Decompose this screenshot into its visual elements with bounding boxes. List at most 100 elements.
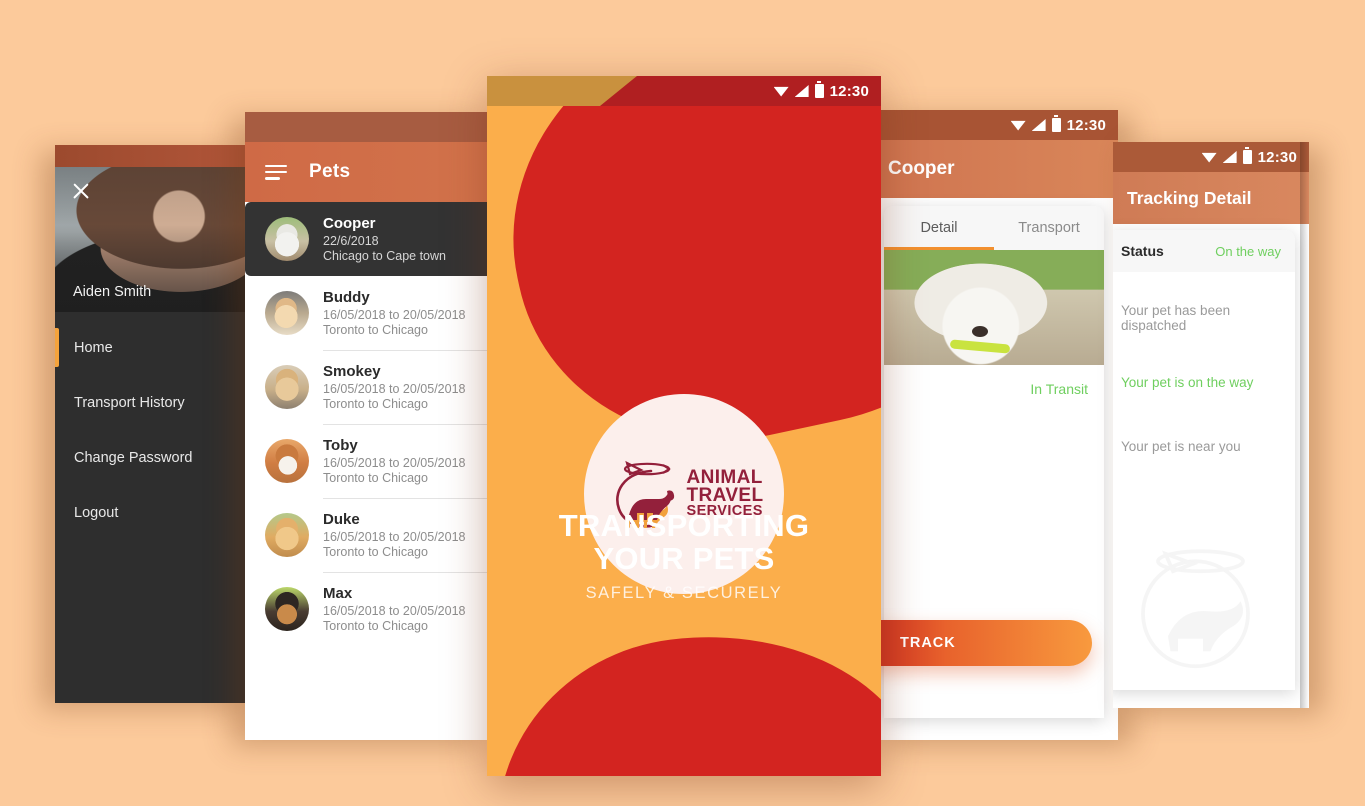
detail-status-bar: 12:30 bbox=[1113, 142, 1309, 172]
track-button-label: TRACK bbox=[900, 635, 956, 651]
drawer-status-bar bbox=[55, 145, 255, 167]
timeline-step-label: Your pet has been dispatched bbox=[1121, 303, 1231, 333]
signal-icon bbox=[794, 85, 809, 97]
pet-name: Cooper bbox=[323, 215, 376, 232]
decorative-blob-bottom bbox=[487, 611, 881, 776]
pet-date: 16/05/2018 to 20/05/2018 bbox=[323, 530, 466, 544]
pet-name: Smokey bbox=[323, 363, 381, 380]
pet-photo bbox=[884, 250, 1104, 365]
avatar bbox=[265, 291, 309, 335]
detail-appbar: Tracking Detail bbox=[1113, 172, 1309, 224]
sidebar-item-label: Logout bbox=[74, 504, 119, 521]
splash-tagline: TRANSPORTING YOUR PETS SAFELY & SECURELY bbox=[487, 508, 881, 603]
sidebar-item-transport-history[interactable]: Transport History bbox=[55, 375, 255, 430]
timeline-step-label: Your pet is on the way bbox=[1121, 374, 1254, 390]
pet-name: Duke bbox=[323, 511, 360, 528]
timeline-step: Your pet is on the way bbox=[1121, 350, 1281, 414]
pet-route: Toronto to Chicago bbox=[323, 397, 428, 411]
screenshot-stage: Aiden Smith Home Transport History Chang… bbox=[0, 0, 1365, 806]
wifi-icon bbox=[1010, 120, 1026, 131]
track-button[interactable]: TRACK bbox=[870, 620, 1092, 666]
pets-appbar: Pets bbox=[245, 142, 495, 202]
splash-status-icons: 12:30 bbox=[487, 76, 881, 106]
status-badge: In Transit bbox=[1030, 381, 1088, 397]
battery-icon bbox=[814, 81, 824, 98]
pet-date: 22/6/2018 bbox=[323, 234, 379, 248]
pets-phone: Pets Cooper 22/6/2018 Chicago to Cape to… bbox=[245, 112, 495, 740]
hamburger-icon[interactable] bbox=[265, 164, 287, 180]
avatar bbox=[265, 365, 309, 409]
user-name: Aiden Smith bbox=[73, 284, 152, 300]
list-item[interactable]: Buddy 16/05/2018 to 20/05/2018 Toronto t… bbox=[245, 276, 495, 350]
pet-name: Toby bbox=[323, 437, 358, 454]
pet-route: Toronto to Chicago bbox=[323, 323, 428, 337]
tab-bar: Detail Transport bbox=[884, 206, 1104, 250]
tab-label: Detail bbox=[920, 220, 958, 236]
timeline: Your pet has been dispatched Your pet is… bbox=[1113, 272, 1295, 478]
dog-collar bbox=[949, 339, 1011, 354]
tab-detail[interactable]: Detail bbox=[884, 206, 994, 250]
list-item[interactable]: Cooper 22/6/2018 Chicago to Cape town bbox=[245, 202, 495, 276]
list-item[interactable]: Duke 16/05/2018 to 20/05/2018 Toronto to… bbox=[245, 498, 495, 572]
wifi-icon bbox=[1201, 152, 1217, 163]
list-item[interactable]: Toby 16/05/2018 to 20/05/2018 Toronto to… bbox=[245, 424, 495, 498]
wifi-icon bbox=[773, 86, 789, 97]
drawer-header: Aiden Smith bbox=[55, 167, 255, 312]
timeline-step-label: Your pet is near you bbox=[1121, 438, 1241, 454]
sidebar-item-change-password[interactable]: Change Password bbox=[55, 430, 255, 485]
pet-route: Toronto to Chicago bbox=[323, 545, 428, 559]
edge-shadow bbox=[1300, 142, 1309, 708]
detail-card: Status On the way Your pet has been disp… bbox=[1113, 230, 1295, 690]
pet-name: Max bbox=[323, 585, 353, 602]
sidebar-item-logout[interactable]: Logout bbox=[55, 485, 255, 540]
pet-name: Buddy bbox=[323, 289, 370, 306]
pet-date: 16/05/2018 to 20/05/2018 bbox=[323, 308, 466, 322]
headline-line-1: TRANSPORTING bbox=[558, 508, 810, 543]
dog-nose bbox=[972, 325, 988, 337]
battery-icon bbox=[1051, 115, 1061, 132]
sidebar-item-label: Change Password bbox=[74, 449, 193, 466]
page-title: Tracking Detail bbox=[1127, 187, 1252, 208]
avatar bbox=[265, 439, 309, 483]
status-header: Status On the way bbox=[1113, 230, 1295, 272]
page-title: Pets bbox=[309, 161, 351, 182]
status-time: 12:30 bbox=[829, 82, 869, 100]
pet-date: 16/05/2018 to 20/05/2018 bbox=[323, 604, 466, 618]
pet-route: Toronto to Chicago bbox=[323, 471, 428, 485]
tracking-status-bar: 12:30 bbox=[870, 110, 1118, 140]
pet-route: Chicago to Cape town bbox=[323, 249, 446, 263]
pet-route: Toronto to Chicago bbox=[323, 619, 428, 633]
timeline-step: Your pet is near you bbox=[1121, 414, 1281, 478]
signal-icon bbox=[1222, 151, 1237, 163]
avatar bbox=[265, 587, 309, 631]
avatar bbox=[265, 217, 309, 261]
battery-icon bbox=[1242, 147, 1252, 164]
list-item[interactable]: Max 16/05/2018 to 20/05/2018 Toronto to … bbox=[245, 572, 495, 646]
status-time: 12:30 bbox=[1257, 148, 1297, 166]
subheadline: SAFELY & SECURELY bbox=[585, 583, 783, 602]
transit-status-row: In Transit bbox=[884, 365, 1104, 409]
drawer-phone: Aiden Smith Home Transport History Chang… bbox=[55, 145, 255, 703]
list-item[interactable]: Smokey 16/05/2018 to 20/05/2018 Toronto … bbox=[245, 350, 495, 424]
tab-transport[interactable]: Transport bbox=[994, 206, 1104, 250]
timeline-step: Your pet has been dispatched bbox=[1121, 286, 1281, 350]
pet-date: 16/05/2018 to 20/05/2018 bbox=[323, 382, 466, 396]
headline-line-2: YOUR PETS bbox=[593, 540, 775, 576]
tab-label: Transport bbox=[1018, 220, 1080, 236]
close-icon[interactable] bbox=[71, 181, 91, 201]
pets-status-bar bbox=[245, 112, 495, 142]
sidebar-item-home[interactable]: Home bbox=[55, 320, 255, 375]
status-value: On the way bbox=[1215, 243, 1281, 259]
tracking-appbar: Cooper bbox=[870, 140, 1118, 198]
sidebar-item-label: Transport History bbox=[74, 394, 185, 411]
splash-phone: 12:30 ANIMAL TRAVEL SERVICES TRANSPORTIN… bbox=[487, 76, 881, 776]
pets-list: Cooper 22/6/2018 Chicago to Cape town Bu… bbox=[245, 202, 495, 740]
drawer-menu: Home Transport History Change Password L… bbox=[55, 312, 255, 540]
status-label: Status bbox=[1121, 243, 1164, 259]
splash-canvas: ANIMAL TRAVEL SERVICES TRANSPORTING YOUR… bbox=[487, 106, 881, 776]
status-time: 12:30 bbox=[1066, 116, 1106, 134]
logo-watermark bbox=[1141, 549, 1250, 669]
sidebar-item-label: Home bbox=[74, 339, 113, 356]
signal-icon bbox=[1031, 119, 1046, 131]
avatar bbox=[265, 513, 309, 557]
